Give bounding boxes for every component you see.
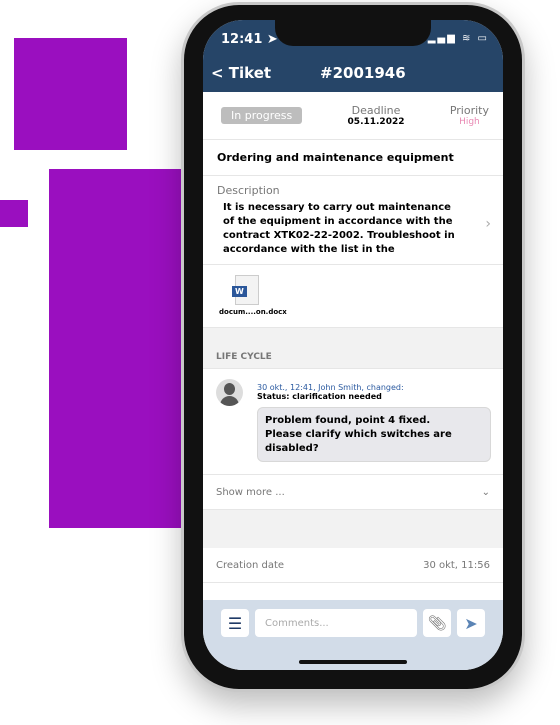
message-bubble: Problem found, point 4 fixed. Please clar… bbox=[257, 407, 491, 462]
priority-value: High bbox=[459, 117, 480, 127]
attachment[interactable]: W docum....on.docx bbox=[203, 265, 503, 328]
paperclip-icon[interactable]: 📎︎ bbox=[423, 609, 451, 637]
description-section[interactable]: Description It is necessary to carry out… bbox=[203, 176, 503, 265]
decor-square bbox=[49, 169, 183, 528]
priority-label: Priority bbox=[449, 104, 489, 117]
ticket-summary: In progress Deadline 05.11.2022 Priority H… bbox=[203, 92, 503, 140]
back-button[interactable]: < Tiket bbox=[211, 64, 271, 82]
menu-icon[interactable]: ☰ bbox=[221, 609, 249, 637]
notch bbox=[275, 20, 431, 46]
decor-square bbox=[0, 200, 28, 227]
creation-date-value: 30 okt, 11:56 bbox=[423, 559, 490, 571]
comment-input[interactable]: Comments... bbox=[255, 609, 417, 637]
entry-meta: 30 okt., 12:41, John Smith, changed: bbox=[257, 383, 404, 392]
decor-square bbox=[14, 38, 127, 150]
avatar bbox=[216, 379, 243, 406]
chevron-right-icon[interactable]: › bbox=[485, 216, 491, 232]
ticket-number: #2001946 bbox=[320, 64, 406, 82]
show-more-button[interactable]: Show more ... ⌄ bbox=[203, 475, 503, 510]
status-icons: ▂▄▆ ≋ ▭ bbox=[427, 33, 489, 44]
attachment-name: docum....on.docx bbox=[219, 308, 287, 316]
word-file-icon: W bbox=[232, 275, 259, 305]
send-icon[interactable]: ➤ bbox=[457, 609, 485, 637]
life-cycle-label: LIFE CYCLE bbox=[203, 328, 503, 368]
life-cycle-entry: 30 okt., 12:41, John Smith, changed: Sta… bbox=[203, 368, 503, 475]
creation-date-label: Creation date bbox=[216, 559, 285, 571]
creation-date-row: Creation date 30 okt, 11:56 bbox=[203, 548, 503, 583]
description-label: Description bbox=[217, 184, 280, 197]
ticket-title: Ordering and maintenance equipment bbox=[203, 140, 503, 176]
phone-screen: 12:41 ➤ ▂▄▆ ≋ ▭ < Tiket #2001946 In prog… bbox=[203, 20, 503, 670]
status-badge: In progress bbox=[221, 107, 303, 124]
entry-status: Status: clarification needed bbox=[257, 392, 382, 401]
status-time: 12:41 ➤ bbox=[221, 32, 278, 47]
spacer bbox=[203, 510, 503, 548]
deadline-label: Deadline bbox=[351, 104, 401, 117]
chevron-down-icon: ⌄ bbox=[481, 486, 490, 498]
description-text: It is necessary to carry out maintenance… bbox=[223, 202, 455, 255]
home-indicator bbox=[299, 660, 407, 664]
deadline-value: 05.11.2022 bbox=[347, 117, 405, 127]
